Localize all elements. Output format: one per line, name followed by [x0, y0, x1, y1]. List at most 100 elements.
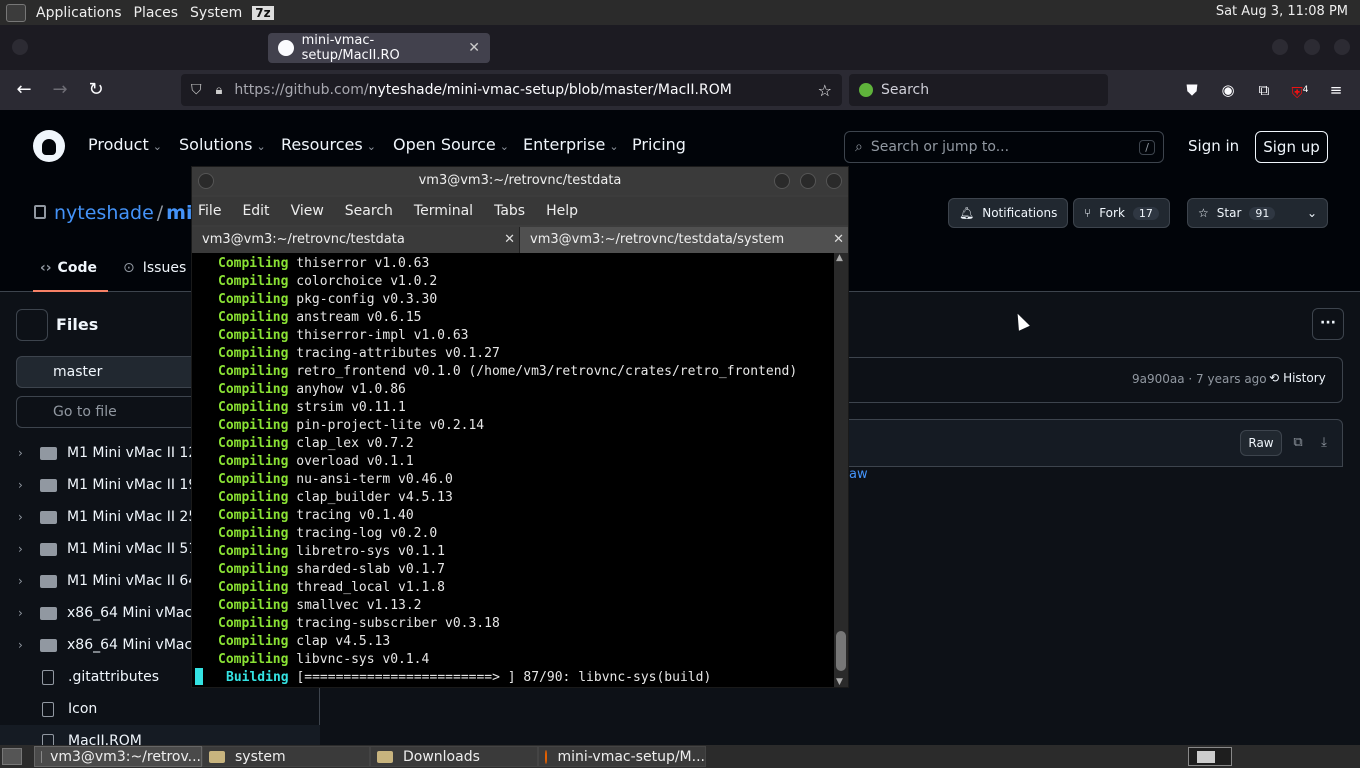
terminal-line: Compiling anstream v0.6.15 [218, 310, 422, 325]
places-menu[interactable]: Places [128, 5, 185, 21]
sign-in-link[interactable]: Sign in [1188, 137, 1239, 155]
repo-title: nyteshade / mi [34, 202, 192, 224]
terminal-output[interactable]: Compiling thiserror v1.0.63 Compiling col… [192, 253, 834, 687]
window-menu-icon[interactable] [198, 173, 214, 189]
view-raw-link[interactable]: aw [849, 467, 868, 482]
folder-icon [40, 510, 57, 524]
menu-terminal[interactable]: Terminal [414, 203, 473, 219]
clock[interactable]: Sat Aug 3, 11:08 PM [1216, 4, 1348, 19]
close-tab-icon[interactable]: ✕ [468, 40, 480, 56]
copy-icon[interactable]: ⧉ [1286, 430, 1310, 456]
file-content-box: Raw ⧉ ⤓ aw [849, 419, 1343, 487]
terminal-titlebar[interactable]: vm3@vm3:~/retrovnc/testdata [192, 167, 848, 195]
desktop-logo-icon[interactable] [6, 3, 26, 22]
applications-menu[interactable]: Applications [30, 5, 128, 21]
notifications-button[interactable]: 🔔︎ Notifications [948, 198, 1069, 228]
maximize-icon[interactable] [1304, 39, 1320, 55]
sign-up-button[interactable]: Sign up [1255, 131, 1328, 163]
folder-icon [40, 638, 57, 652]
terminal-line: Compiling libvnc-sys v0.1.4 [218, 652, 430, 667]
reload-icon[interactable]: ↻ [84, 78, 108, 102]
terminal-line-building: Building [========================> ] 87… [226, 670, 712, 685]
pocket-icon[interactable]: ⛊ [1182, 80, 1202, 100]
terminal-tab-2[interactable]: vm3@vm3:~/retrovnc/testdata/system ✕ [520, 227, 848, 253]
repo-name-link[interactable]: mi [166, 202, 192, 224]
terminal-menubar: File Edit View Search Terminal Tabs Help [192, 197, 848, 225]
account-icon[interactable]: ◉ [1218, 80, 1238, 100]
menu-search[interactable]: Search [345, 203, 393, 219]
window-menu-icon[interactable] [12, 39, 28, 55]
scroll-down-icon: ▼ [836, 677, 843, 687]
browser-tab-active[interactable]: mini-vmac-setup/MacII.RO ✕ [268, 33, 490, 63]
github-search-input[interactable]: ⌕ Search or jump to... / [844, 131, 1164, 163]
task-system[interactable]: system [202, 746, 370, 767]
file-body [849, 466, 1343, 487]
show-desktop-icon[interactable] [2, 748, 22, 765]
download-icon[interactable]: ⤓ [1312, 430, 1336, 456]
github-logo-icon[interactable] [33, 130, 65, 162]
terminal-line: Compiling overload v0.1.1 [218, 454, 414, 469]
forward-icon[interactable]: → [48, 78, 72, 102]
task-firefox[interactable]: mini-vmac-setup/M... [538, 746, 706, 767]
task-downloads[interactable]: Downloads [370, 746, 538, 767]
url-bar[interactable]: ⛉ 🔒︎ https://github.com/nyteshade/mini-v… [181, 74, 842, 106]
menu-tabs[interactable]: Tabs [494, 203, 525, 219]
tree-file[interactable]: Icon [0, 693, 320, 725]
nav-pricing[interactable]: Pricing [632, 135, 686, 154]
ublock-icon[interactable]: ⛨4 [1290, 80, 1310, 102]
nav-enterprise[interactable]: Enterprise ⌄ [523, 135, 619, 154]
menu-view[interactable]: View [291, 203, 324, 219]
terminal-tab-1[interactable]: vm3@vm3:~/retrovnc/testdata ✕ [192, 227, 520, 253]
shield-icon[interactable]: ⛉ [191, 82, 202, 98]
system-menu[interactable]: System [184, 5, 248, 21]
nav-resources[interactable]: Resources ⌄ [281, 135, 376, 154]
nav-open-source[interactable]: Open Source ⌄ [393, 135, 509, 154]
tab-issues[interactable]: ⊙ Issues [123, 260, 186, 276]
star-button[interactable]: ☆ Star 91 ⌄ [1187, 198, 1328, 228]
search-icon: ⌕ [855, 139, 863, 155]
menu-file[interactable]: File [198, 203, 221, 219]
menu-help[interactable]: Help [546, 203, 578, 219]
bell-icon: 🔔︎ [959, 206, 975, 220]
browser-search-bar[interactable]: Search [849, 74, 1108, 106]
url-text[interactable]: https://github.com/nyteshade/mini-vmac-s… [234, 82, 731, 98]
terminal-line: Compiling nu-ansi-term v0.46.0 [218, 472, 453, 487]
tab-code[interactable]: ‹› Code [40, 260, 97, 276]
7zip-launcher-icon[interactable]: 7z [252, 5, 274, 20]
chevron-right-icon: › [18, 638, 23, 652]
extensions-icon[interactable]: ⧉ [1254, 80, 1274, 100]
close-tab-icon[interactable]: ✕ [833, 227, 844, 253]
workspace-switcher[interactable] [1188, 747, 1232, 766]
chevron-down-icon: ⌄ [366, 140, 376, 153]
task-terminal[interactable]: vm3@vm3:~/retrov... [34, 746, 202, 767]
minimize-icon[interactable] [774, 173, 790, 189]
bookmark-star-icon[interactable]: ☆ [818, 81, 832, 100]
maximize-icon[interactable] [800, 173, 816, 189]
close-icon[interactable] [826, 173, 842, 189]
terminal-scrollbar[interactable]: ▲ ▼ [834, 253, 848, 687]
minimize-icon[interactable] [1272, 39, 1288, 55]
commit-info[interactable]: 9a900aa · 7 years ago [1132, 372, 1267, 386]
chevron-down-icon[interactable]: ⌄ [1307, 206, 1317, 220]
nav-product[interactable]: Product ⌄ [88, 135, 162, 154]
close-tab-icon[interactable]: ✕ [504, 227, 515, 253]
scrollbar-thumb[interactable] [836, 631, 846, 671]
menu-edit[interactable]: Edit [242, 203, 269, 219]
browser-nav-bar: ← → ↻ ⛉ 🔒︎ https://github.com/nyteshade/… [0, 70, 1360, 110]
nav-solutions[interactable]: Solutions ⌄ [179, 135, 266, 154]
sidebar-toggle-icon[interactable] [16, 309, 48, 341]
terminal-line: Compiling colorchoice v1.0.2 [218, 274, 438, 289]
terminal-icon [41, 750, 43, 763]
more-options-button[interactable]: ··· [1312, 308, 1344, 340]
raw-button[interactable]: Raw [1240, 430, 1282, 456]
close-window-icon[interactable] [1334, 39, 1350, 55]
lock-icon[interactable]: 🔒︎ [216, 83, 223, 98]
folder-icon [40, 446, 57, 460]
repo-owner-link[interactable]: nyteshade [54, 202, 154, 224]
back-icon[interactable]: ← [12, 78, 36, 102]
history-button[interactable]: ⟲ History [1269, 371, 1326, 385]
search-engine-icon [859, 83, 873, 97]
fork-button[interactable]: ⑂ Fork 17 [1073, 198, 1170, 228]
url-host: https://github.com/ [234, 82, 369, 98]
hamburger-menu-icon[interactable]: ≡ [1326, 80, 1346, 100]
